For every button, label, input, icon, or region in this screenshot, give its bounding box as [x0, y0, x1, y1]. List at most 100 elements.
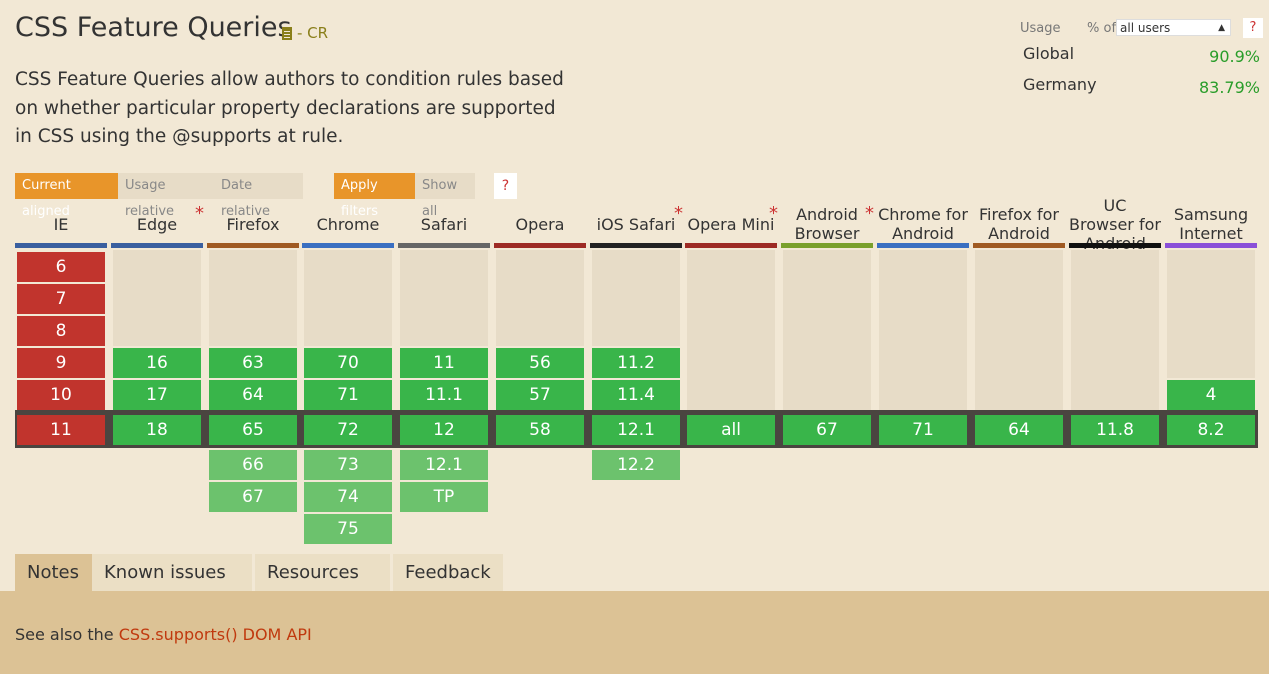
- version-cell-safari[interactable]: 11: [400, 348, 488, 378]
- page-title: CSS Feature Queries: [15, 12, 292, 43]
- version-cell-ie[interactable]: 7: [17, 284, 105, 314]
- future-version-cell-safari[interactable]: 12.1: [400, 450, 488, 480]
- empty-versions-samsung: [1167, 250, 1255, 378]
- browser-header-chrome_android: Chrome for Android: [878, 205, 968, 243]
- current-version-cell-uc_android[interactable]: 11.8: [1071, 415, 1159, 445]
- empty-versions-uc_android: [1071, 250, 1159, 410]
- browser-line-android: [781, 243, 873, 248]
- usage-help-button[interactable]: ?: [1243, 18, 1263, 38]
- current-version-cell-firefox_android[interactable]: 64: [975, 415, 1063, 445]
- date-relative-button[interactable]: Date relative: [214, 173, 303, 219]
- future-version-cell-firefox[interactable]: 66: [209, 450, 297, 480]
- future-version-cell-chrome[interactable]: 74: [304, 482, 392, 512]
- current-version-cell-chrome[interactable]: 72: [304, 415, 392, 445]
- browser-line-firefox: [207, 243, 299, 248]
- tab-known-issues[interactable]: Known issues (2): [92, 554, 252, 620]
- empty-versions-firefox_android: [975, 250, 1063, 410]
- empty-versions-chrome: [304, 250, 392, 346]
- browser-header-chrome: Chrome: [316, 214, 380, 234]
- future-version-cell-safari[interactable]: TP: [400, 482, 488, 512]
- note-star-edge: *: [195, 203, 204, 224]
- usage-row-global-value: 90.9%: [1209, 47, 1260, 66]
- browser-header-android: Android Browser: [794, 205, 860, 243]
- future-version-cell-chrome[interactable]: 75: [304, 514, 392, 544]
- browser-line-firefox_android: [973, 243, 1065, 248]
- select-arrows-icon: ▲: [1218, 23, 1225, 33]
- browser-line-uc_android: [1069, 243, 1161, 248]
- version-cell-edge[interactable]: 17: [113, 380, 201, 410]
- current-version-cell-ie[interactable]: 11: [17, 415, 105, 445]
- note-star-opera_mini: *: [769, 203, 778, 224]
- browser-header-firefox_android: Firefox for Android: [978, 205, 1060, 243]
- users-select[interactable]: all users ▲: [1116, 19, 1231, 36]
- usage-relative-button[interactable]: Usage relative: [118, 173, 214, 219]
- browser-header-edge: Edge: [136, 214, 178, 234]
- current-version-cell-ios_safari[interactable]: 12.1: [592, 415, 680, 445]
- tab-resources[interactable]: Resources (7): [255, 554, 390, 620]
- version-cell-ios_safari[interactable]: 11.2: [592, 348, 680, 378]
- version-cell-ie[interactable]: 6: [17, 252, 105, 282]
- current-version-cell-chrome_android[interactable]: 71: [879, 415, 967, 445]
- browser-line-opera_mini: [685, 243, 777, 248]
- empty-versions-firefox: [209, 250, 297, 346]
- usage-pct-of-label: % of: [1087, 21, 1117, 36]
- browser-header-ios_safari: iOS Safari: [596, 214, 676, 234]
- browser-line-chrome_android: [877, 243, 969, 248]
- version-cell-ie[interactable]: 10: [17, 380, 105, 410]
- version-cell-firefox[interactable]: 64: [209, 380, 297, 410]
- usage-row-germany-value: 83.79%: [1198, 78, 1260, 97]
- version-cell-edge[interactable]: 16: [113, 348, 201, 378]
- browser-header-ie: IE: [53, 214, 69, 234]
- version-cell-samsung[interactable]: 4: [1167, 380, 1255, 410]
- empty-versions-android: [783, 250, 871, 410]
- empty-versions-edge: [113, 250, 201, 346]
- browser-line-edge: [111, 243, 203, 248]
- css-supports-link[interactable]: CSS.supports() DOM API: [119, 625, 312, 644]
- browser-line-safari: [398, 243, 490, 248]
- browser-line-ie: [15, 243, 107, 248]
- empty-versions-opera: [496, 250, 584, 346]
- current-version-cell-opera_mini[interactable]: all: [687, 415, 775, 445]
- current-aligned-button[interactable]: Current aligned: [15, 173, 118, 219]
- filters-help-button[interactable]: ?: [494, 173, 517, 199]
- future-version-cell-chrome[interactable]: 73: [304, 450, 392, 480]
- version-cell-ie[interactable]: 9: [17, 348, 105, 378]
- version-cell-safari[interactable]: 11.1: [400, 380, 488, 410]
- document-icon: [282, 26, 292, 40]
- current-version-cell-edge[interactable]: 18: [113, 415, 201, 445]
- browser-header-firefox: Firefox: [226, 214, 280, 234]
- tab-notes[interactable]: Notes: [15, 554, 95, 591]
- usage-row-germany-name: Germany: [1023, 75, 1097, 94]
- current-version-cell-safari[interactable]: 12: [400, 415, 488, 445]
- current-version-cell-android[interactable]: 67: [783, 415, 871, 445]
- version-cell-firefox[interactable]: 63: [209, 348, 297, 378]
- browser-header-safari: Safari: [420, 214, 468, 234]
- version-cell-chrome[interactable]: 70: [304, 348, 392, 378]
- version-cell-ie[interactable]: 8: [17, 316, 105, 346]
- show-all-button[interactable]: Show all: [415, 173, 475, 219]
- note-text: See also the CSS.supports() DOM API: [15, 625, 312, 644]
- apply-filters-button[interactable]: Apply filters: [334, 173, 415, 219]
- empty-versions-opera_mini: [687, 250, 775, 410]
- version-cell-opera[interactable]: 57: [496, 380, 584, 410]
- current-version-cell-opera[interactable]: 58: [496, 415, 584, 445]
- version-cell-opera[interactable]: 56: [496, 348, 584, 378]
- current-version-cell-firefox[interactable]: 65: [209, 415, 297, 445]
- spec-status[interactable]: - CR: [282, 24, 328, 42]
- current-version-cell-samsung[interactable]: 8.2: [1167, 415, 1255, 445]
- version-cell-chrome[interactable]: 71: [304, 380, 392, 410]
- browser-header-samsung: Samsung Internet: [1173, 205, 1249, 243]
- browser-header-opera: Opera: [515, 214, 565, 234]
- users-select-value: all users: [1120, 21, 1171, 35]
- browser-header-uc_android: UC Browser for Android: [1069, 195, 1161, 253]
- browser-line-chrome: [302, 243, 394, 248]
- feature-description: CSS Feature Queries allow authors to con…: [15, 69, 564, 147]
- tab-feedback[interactable]: Feedback: [393, 554, 503, 591]
- version-cell-ios_safari[interactable]: 11.4: [592, 380, 680, 410]
- future-version-cell-ios_safari[interactable]: 12.2: [592, 450, 680, 480]
- browser-header-opera_mini: Opera Mini: [687, 214, 775, 234]
- future-version-cell-firefox[interactable]: 67: [209, 482, 297, 512]
- browser-line-opera: [494, 243, 586, 248]
- empty-versions-ios_safari: [592, 250, 680, 346]
- note-star-ios_safari: *: [674, 203, 683, 224]
